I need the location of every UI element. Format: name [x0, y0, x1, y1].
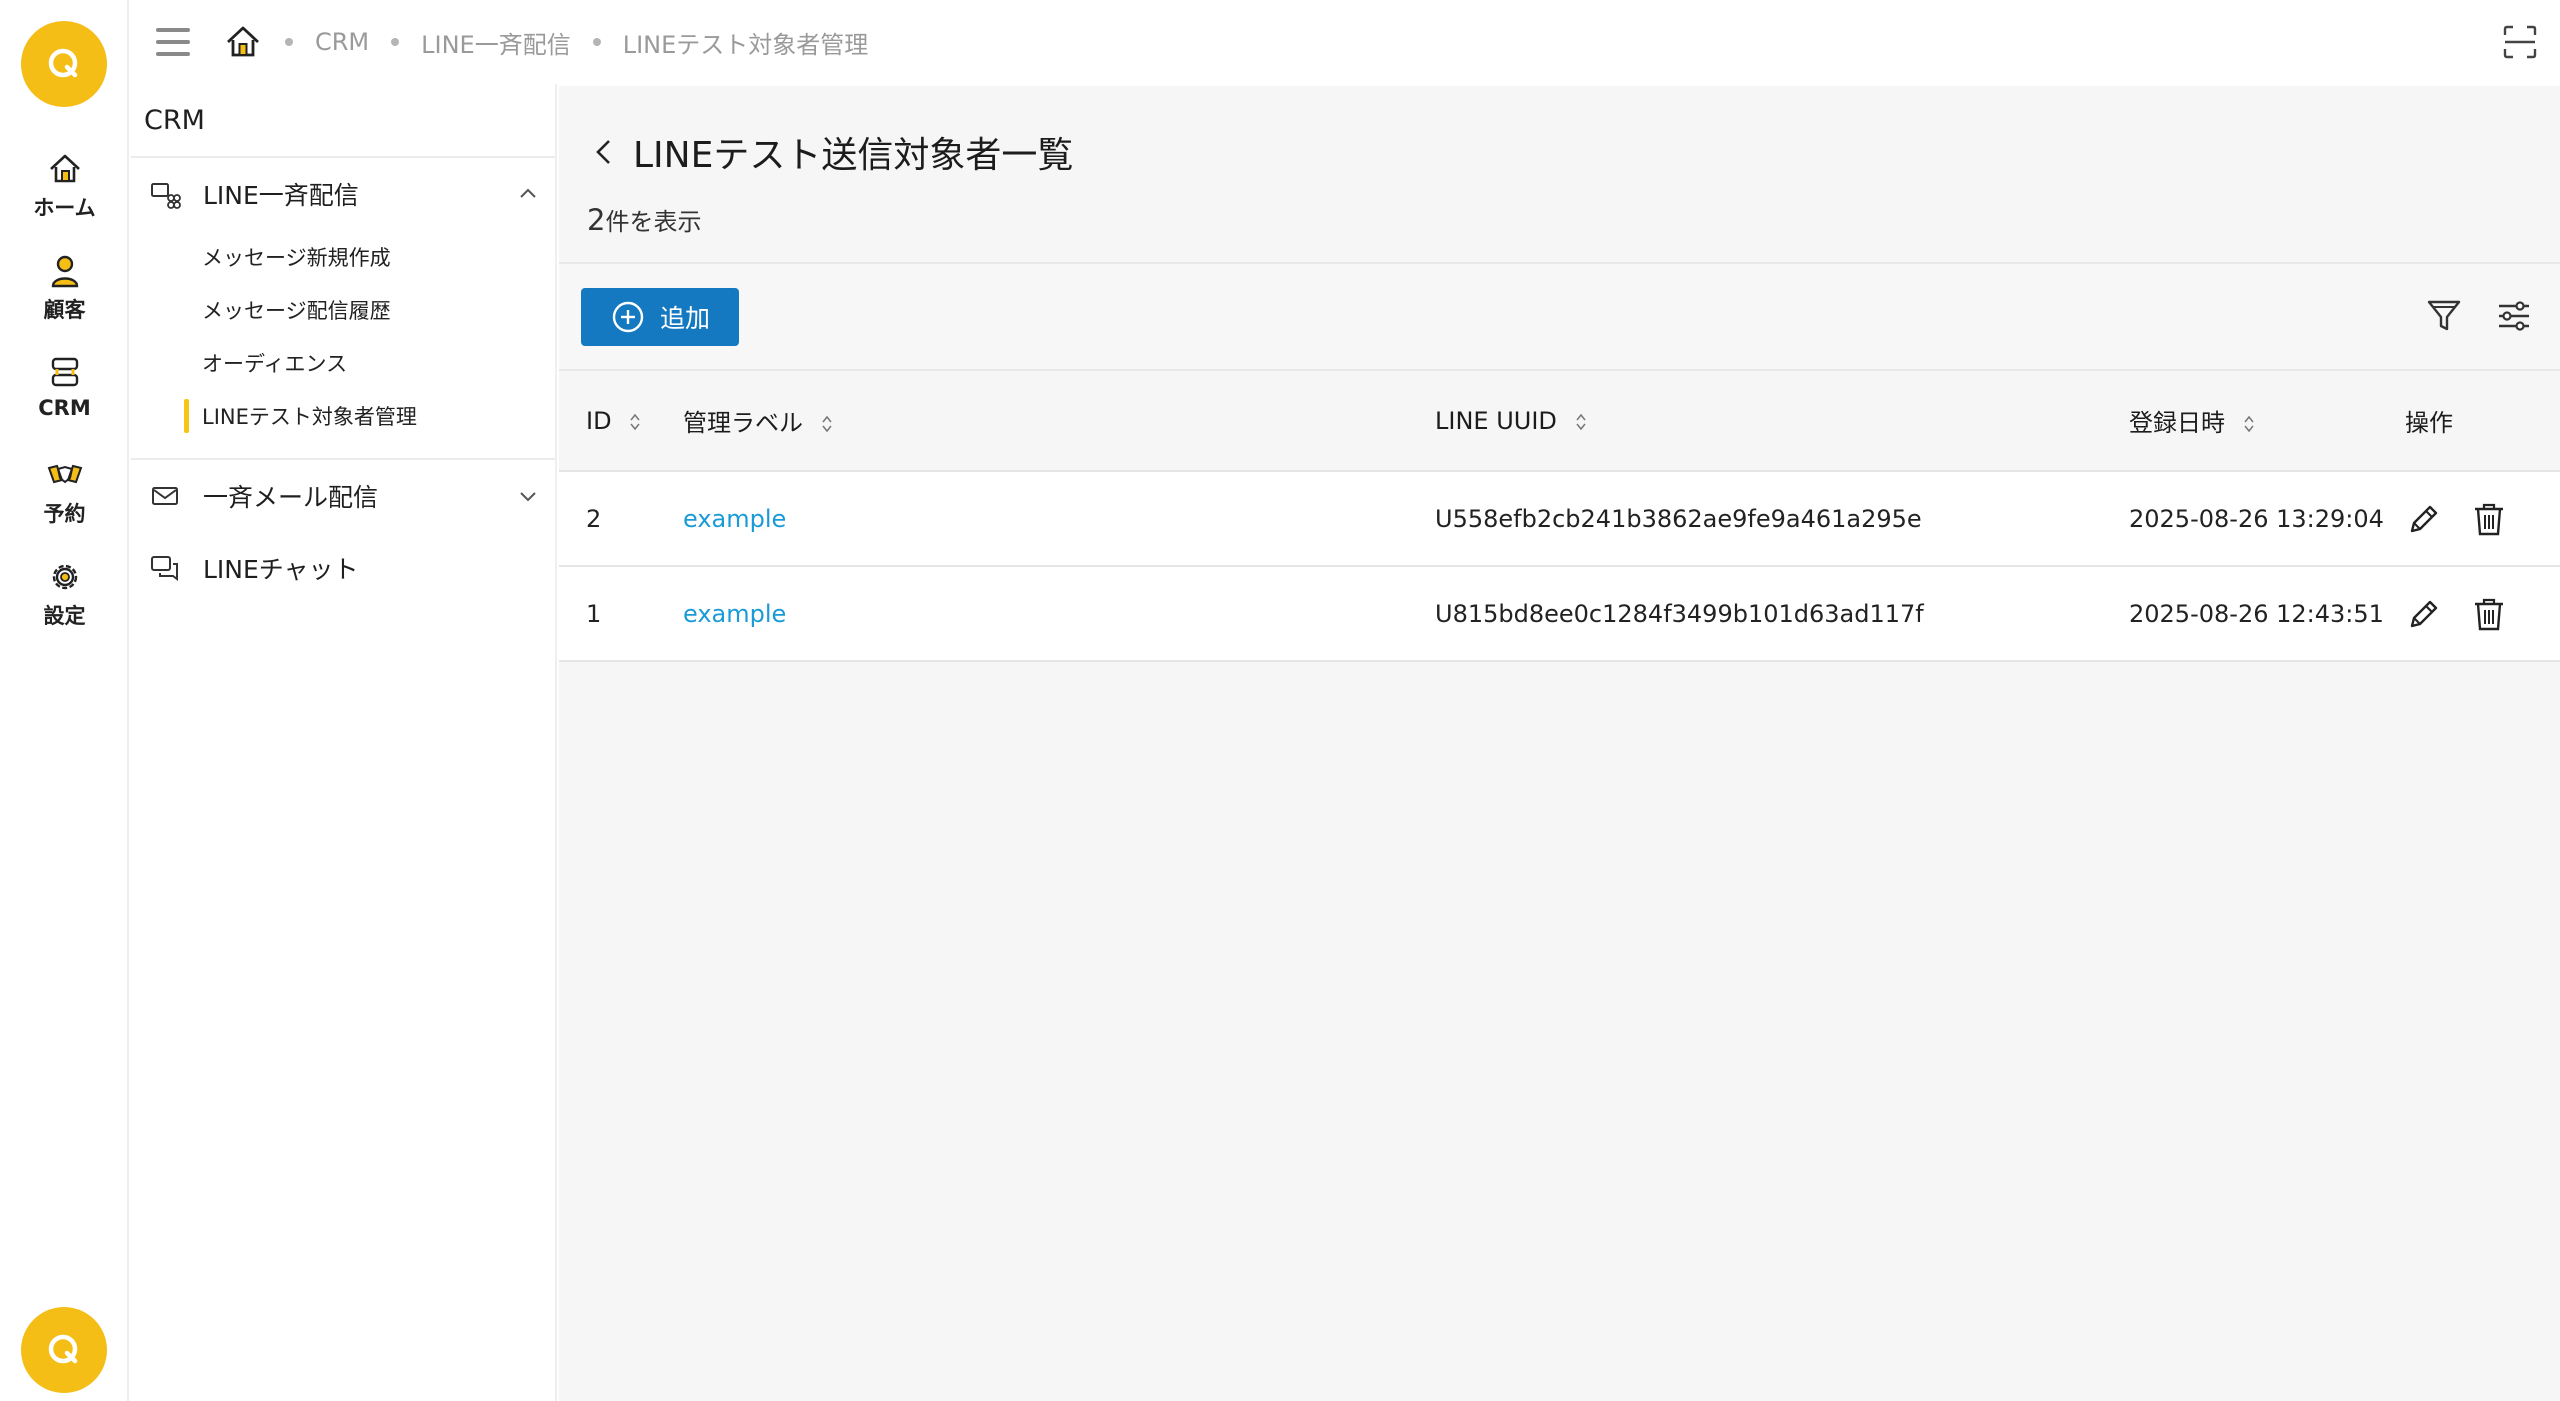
cell-id: 2: [586, 504, 602, 533]
rail-label-crm: CRM: [38, 396, 91, 420]
rail-item-reservation[interactable]: 予約: [0, 456, 129, 528]
submenu-item-message-history[interactable]: メッセージ配信履歴: [131, 283, 555, 336]
plus-circle-icon: [612, 301, 644, 333]
mail-icon: [152, 487, 178, 505]
sort-icon[interactable]: [821, 413, 833, 435]
q-logo-icon: [48, 1334, 78, 1364]
col-header-uuid[interactable]: LINE UUID: [1435, 371, 2129, 471]
q-logo-icon: [48, 48, 78, 78]
page-title: LINEテスト送信対象者一覧: [633, 135, 1074, 176]
rail-item-home[interactable]: ホーム: [0, 150, 129, 222]
add-button[interactable]: 追加: [581, 288, 739, 346]
fullscreen-icon[interactable]: [2502, 24, 2538, 60]
column-settings-icon[interactable]: [2494, 296, 2534, 336]
hamburger-line: [156, 40, 190, 44]
submenu-group-line-broadcast[interactable]: LINE一斉配信: [131, 158, 555, 230]
submenu-group-label: LINE一斉配信: [203, 181, 359, 210]
record-count: 2件を表示: [587, 202, 701, 237]
home-icon: [49, 154, 80, 183]
cell-id: 1: [586, 599, 602, 628]
page-header: LINEテスト送信対象者一覧 2件を表示: [559, 86, 2560, 264]
submenu-title: CRM: [131, 84, 555, 158]
col-header-id[interactable]: ID: [559, 371, 683, 471]
gear-icon: [52, 564, 77, 590]
add-button-label: 追加: [659, 304, 710, 333]
col-header-label: ID: [586, 406, 612, 435]
chat-icon: [151, 556, 178, 581]
filter-icon[interactable]: [2424, 296, 2464, 336]
hamburger-line: [156, 28, 190, 32]
broadcast-icon: [151, 183, 181, 209]
table-header-row: ID 管理ラベル LINE UUID 登録日時 操作: [559, 371, 2560, 471]
submenu-list-line-broadcast: メッセージ新規作成 メッセージ配信履歴 オーディエンス LINEテスト対象者管理: [131, 230, 555, 454]
targets-table: ID 管理ラベル LINE UUID 登録日時 操作 2 example U55…: [559, 371, 2560, 662]
chevron-down-icon: [520, 492, 536, 502]
cell-date: 2025-08-26 12:43:51: [2129, 599, 2384, 628]
col-header-label-name[interactable]: 管理ラベル: [683, 371, 1435, 471]
cell-actions: [2405, 566, 2560, 661]
record-count-number: 2: [587, 203, 606, 237]
breadcrumb-line-broadcast[interactable]: LINE一斉配信: [391, 25, 571, 60]
col-header-label: 操作: [2405, 409, 2453, 437]
cell-label: example: [683, 566, 1435, 661]
crm-icon: [51, 357, 78, 387]
breadcrumb-home-icon[interactable]: [223, 22, 263, 62]
top-header: CRM LINE一斉配信 LINEテスト対象者管理: [131, 0, 2560, 84]
icon-rail: ホーム 顧客 CRM 予約 設定: [0, 0, 129, 1401]
sort-icon[interactable]: [629, 411, 641, 433]
user-avatar[interactable]: [21, 1307, 107, 1393]
rail-label-settings: 設定: [43, 604, 86, 628]
record-count-suffix: 件を表示: [605, 208, 702, 236]
rail-label-home: ホーム: [33, 196, 96, 220]
rail-item-customer[interactable]: 顧客: [0, 252, 129, 324]
label-link[interactable]: example: [683, 505, 786, 533]
label-link[interactable]: example: [683, 600, 786, 628]
sort-icon[interactable]: [2243, 413, 2255, 435]
submenu-group-label: 一斉メール配信: [203, 483, 379, 512]
user-icon: [51, 255, 78, 288]
edit-pencil-icon[interactable]: [2405, 595, 2441, 633]
table-row: 1 example U815bd8ee0c1284f3499b101d63ad1…: [559, 566, 2560, 661]
submenu-item-audience[interactable]: オーディエンス: [131, 336, 555, 389]
hamburger-line: [156, 52, 190, 56]
cell-uuid: U815bd8ee0c1284f3499b101d63ad117f: [1435, 599, 1924, 628]
col-header-actions: 操作: [2405, 371, 2560, 471]
cell-actions: [2405, 471, 2560, 566]
submenu-group-mail-broadcast[interactable]: 一斉メール配信: [131, 460, 555, 532]
chevron-up-icon: [520, 188, 536, 198]
delete-trash-icon[interactable]: [2471, 595, 2507, 633]
rail-label-reservation: 予約: [43, 502, 86, 526]
app-logo[interactable]: [21, 21, 107, 107]
breadcrumb-crm[interactable]: CRM: [285, 28, 369, 56]
handshake-icon: [47, 464, 82, 484]
delete-trash-icon[interactable]: [2471, 500, 2507, 538]
cell-uuid: U558efb2cb241b3862ae9fe9a461a295e: [1435, 504, 1922, 533]
back-chevron-icon[interactable]: [589, 137, 619, 167]
edit-pencil-icon[interactable]: [2405, 500, 2441, 538]
sort-icon[interactable]: [1575, 411, 1587, 433]
submenu-item-line-test-targets[interactable]: LINEテスト対象者管理: [131, 389, 555, 442]
rail-label-customer: 顧客: [43, 298, 86, 322]
table-row: 2 example U558efb2cb241b3862ae9fe9a461a2…: [559, 471, 2560, 566]
col-header-date[interactable]: 登録日時: [2129, 371, 2405, 471]
cell-date: 2025-08-26 13:29:04: [2129, 504, 2384, 533]
main-content: LINEテスト送信対象者一覧 2件を表示 追加 ID 管理ラベル LINE UU…: [559, 86, 2560, 1401]
cell-label: example: [683, 471, 1435, 566]
col-header-label: LINE UUID: [1435, 406, 1557, 435]
submenu-item-line-chat[interactable]: LINEチャット: [131, 532, 555, 604]
rail-item-settings[interactable]: 設定: [0, 558, 129, 630]
crm-submenu: CRM LINE一斉配信 メッセージ新規作成 メッセージ配信履歴 オーディエンス…: [131, 84, 557, 1401]
col-header-label: 管理ラベル: [683, 409, 803, 437]
submenu-group-label: LINEチャット: [203, 555, 359, 584]
breadcrumb-line-test-targets[interactable]: LINEテスト対象者管理: [593, 25, 869, 60]
menu-toggle-button[interactable]: [153, 22, 193, 62]
col-header-label: 登録日時: [2129, 409, 2225, 437]
submenu-item-new-message[interactable]: メッセージ新規作成: [131, 230, 555, 283]
list-toolbar: 追加: [559, 264, 2560, 371]
rail-item-crm[interactable]: CRM: [0, 354, 129, 420]
